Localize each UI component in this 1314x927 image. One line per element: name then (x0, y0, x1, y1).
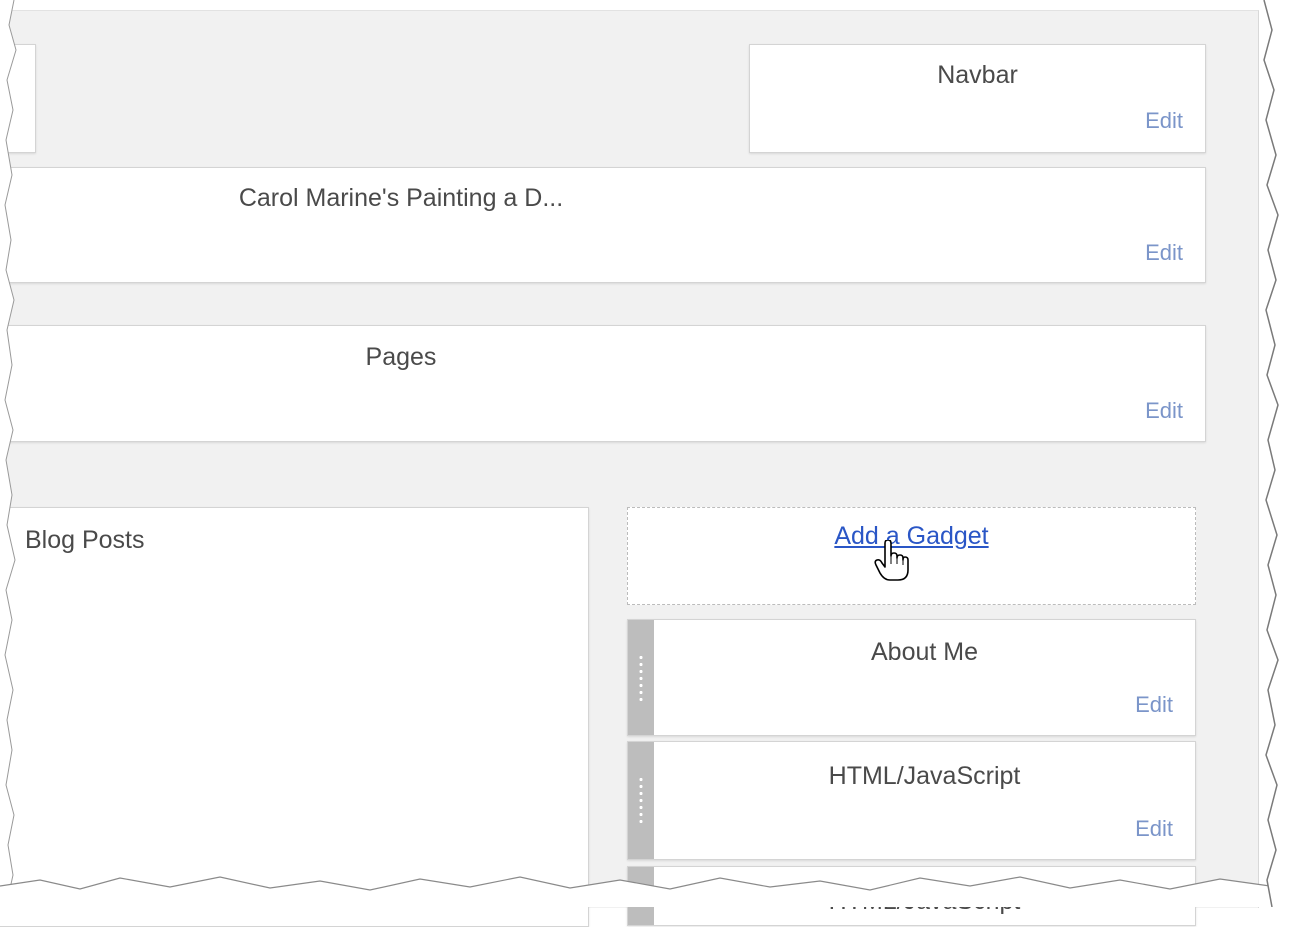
torn-edge-right (1263, 0, 1314, 907)
html-javascript-edit-link[interactable]: Edit (1135, 816, 1173, 842)
about-me-gadget[interactable]: About Me Edit (627, 619, 1196, 736)
add-gadget-area[interactable]: Add a Gadget (627, 507, 1196, 605)
layout-canvas: Navbar Edit Carol Marine's Painting a D.… (0, 10, 1259, 927)
grip-dots-icon (639, 776, 643, 826)
torn-edge-left (0, 0, 17, 907)
pointer-hand-icon (874, 540, 909, 581)
blog-posts-title: Blog Posts (25, 526, 145, 554)
html-javascript-title: HTML/JavaScript (828, 762, 1021, 790)
about-me-title: About Me (870, 638, 978, 666)
blog-posts-section: Blog Posts (0, 507, 589, 927)
navbar-edit-link[interactable]: Edit (1145, 108, 1183, 134)
navbar-gadget: Navbar Edit (749, 44, 1206, 153)
header-gadget: Carol Marine's Painting a D... Edit (0, 167, 1206, 283)
pages-title: Pages (365, 343, 437, 371)
torn-edge-bottom (0, 876, 1314, 907)
pages-gadget: Pages Edit (0, 325, 1206, 442)
header-title: Carol Marine's Painting a D... (238, 184, 564, 212)
drag-handle[interactable] (628, 742, 654, 859)
navbar-title: Navbar (937, 61, 1018, 89)
grip-dots-icon (639, 654, 643, 704)
pages-edit-link[interactable]: Edit (1145, 398, 1183, 424)
html-javascript-gadget[interactable]: HTML/JavaScript Edit (627, 741, 1196, 860)
header-edit-link[interactable]: Edit (1145, 240, 1183, 266)
drag-handle[interactable] (628, 620, 654, 735)
about-me-edit-link[interactable]: Edit (1135, 692, 1173, 718)
add-gadget-link[interactable]: Add a Gadget (628, 522, 1195, 551)
